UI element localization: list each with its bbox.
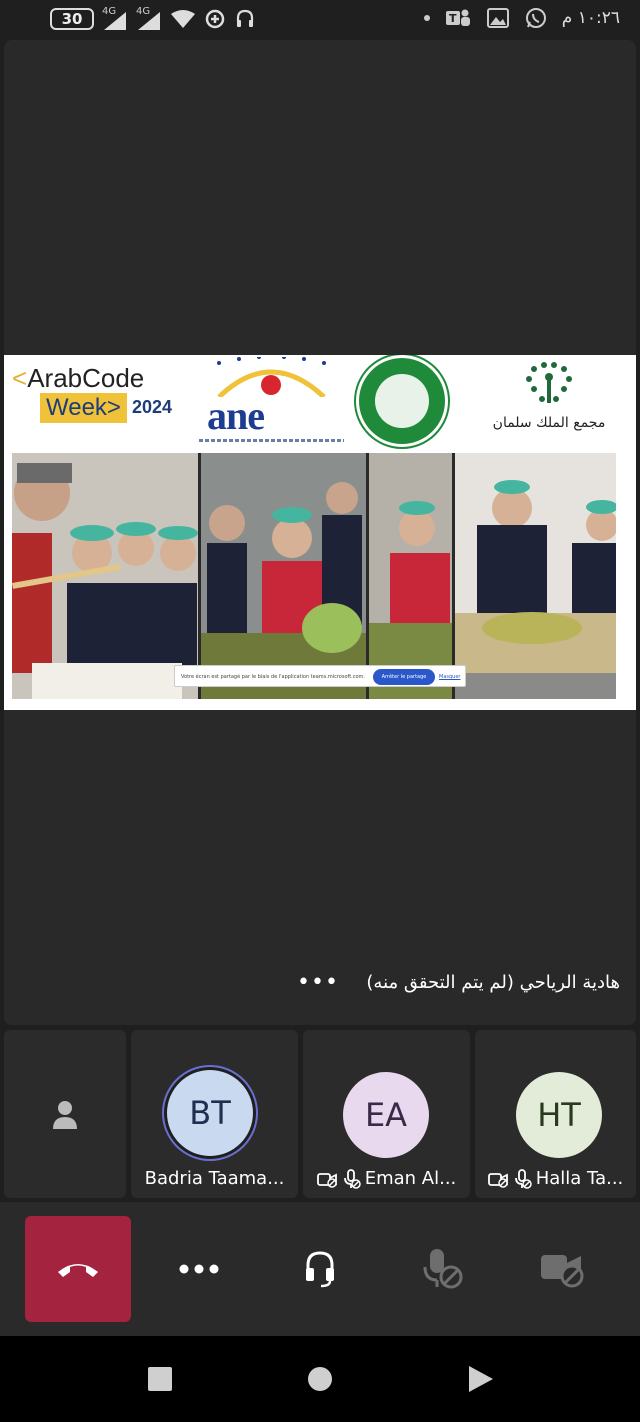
participant-name-row: Eman Al...: [303, 1168, 470, 1189]
participant-tile[interactable]: HT Halla Ta...: [475, 1030, 636, 1198]
avatar: EA: [343, 1072, 429, 1158]
stop-sharing-button[interactable]: Arrêter le partage: [373, 669, 435, 685]
self-video-tile[interactable]: [4, 1030, 126, 1198]
king-salman-academy-logo: مجمع الملك سلمان: [474, 357, 624, 442]
system-nav-bar: [0, 1336, 640, 1422]
recents-icon[interactable]: [147, 1366, 173, 1392]
classroom-photos-image: [11, 453, 618, 699]
camera-button[interactable]: [538, 1244, 588, 1294]
arab-code-week-logo: <ArabCode Week> 2024: [12, 363, 187, 433]
alecso-emblem-icon: [356, 355, 448, 447]
participant-tile[interactable]: BT Badria Taama...: [131, 1030, 298, 1198]
ksa-text: مجمع الملك سلمان: [492, 415, 606, 431]
participant-name: Halla Ta...: [535, 1168, 624, 1189]
stars-arc-icon: [217, 355, 326, 399]
gallery-icon: [486, 8, 509, 28]
home-icon[interactable]: [307, 1366, 333, 1392]
avatar-initials: HT: [537, 1096, 581, 1134]
svg-text:T: T: [449, 12, 457, 25]
ane-subline: [199, 439, 344, 442]
ane-text: ane: [207, 393, 265, 438]
headset-icon: [306, 1251, 334, 1288]
avatar-initials: BT: [189, 1094, 231, 1132]
avatar: HT: [516, 1072, 602, 1158]
signal-icon: 4G: [102, 6, 128, 30]
participant-name: Eman Al...: [364, 1168, 457, 1189]
more-options-button[interactable]: [174, 1244, 224, 1294]
avatar-initials: EA: [364, 1096, 408, 1134]
wifi-icon: [171, 10, 195, 28]
acw-title: ArabCode: [27, 363, 145, 393]
palm-swords-icon: [526, 362, 572, 403]
ane-logo: ane: [199, 355, 344, 449]
acw-lt: <: [12, 363, 28, 393]
participant-name-row: Halla Ta...: [475, 1168, 636, 1189]
notification-dot-icon: [423, 15, 430, 21]
mic-off-icon: [423, 1249, 463, 1289]
hang-up-button[interactable]: [25, 1216, 131, 1322]
shared-screen[interactable]: <ArabCode Week> 2024 ane مجمع الملك سلما…: [4, 355, 636, 710]
notice-text: Votre écran est partagé par le biais de …: [181, 674, 366, 680]
phone-hangup-icon: [58, 1264, 98, 1277]
mute-button[interactable]: [418, 1244, 468, 1294]
video-off-icon: [487, 1172, 508, 1188]
screen-share-notice: Votre écran est partagé par le biais de …: [174, 665, 466, 687]
battery-indicator: 30: [50, 8, 94, 30]
video-off-icon: [541, 1255, 584, 1288]
whatsapp-icon: [525, 8, 546, 28]
teams-icon: T: [445, 9, 470, 26]
signal-icon: 4G: [136, 6, 162, 30]
clock: ١٠:٢٦ م: [561, 8, 620, 28]
participant-name: Badria Taama...: [144, 1168, 285, 1189]
mic-off-icon: [343, 1168, 361, 1189]
headset-icon: [236, 9, 254, 27]
person-icon: [53, 1101, 77, 1129]
more-dots-icon: [179, 1264, 219, 1274]
acw-week: Week>: [40, 393, 127, 423]
call-controls: [0, 1202, 640, 1336]
acw-year: 2024: [132, 397, 173, 417]
hide-link[interactable]: Masquer: [439, 674, 460, 680]
status-right: T ١٠:٢٦ م: [423, 6, 620, 30]
participant-name-row: Badria Taama...: [131, 1168, 298, 1189]
video-off-icon: [316, 1172, 337, 1188]
shared-screen-header: <ArabCode Week> 2024 ane مجمع الملك سلما…: [4, 355, 636, 450]
status-left: 30 4G 4G: [50, 6, 256, 30]
presenter-name: هادية الرياحي (لم يتم التحقق منه): [366, 972, 620, 993]
data-saver-icon: [205, 9, 225, 29]
avatar: BT: [167, 1070, 253, 1156]
mic-off-icon: [514, 1168, 532, 1189]
audio-device-button[interactable]: [295, 1244, 345, 1294]
status-bar: 30 4G 4G T ١٠:٢٦ م: [0, 0, 640, 40]
shared-photo-collage: [11, 453, 618, 699]
back-icon[interactable]: [467, 1365, 495, 1393]
participant-tile[interactable]: EA Eman Al...: [303, 1030, 470, 1198]
presenter-more-button[interactable]: •••: [297, 970, 339, 995]
